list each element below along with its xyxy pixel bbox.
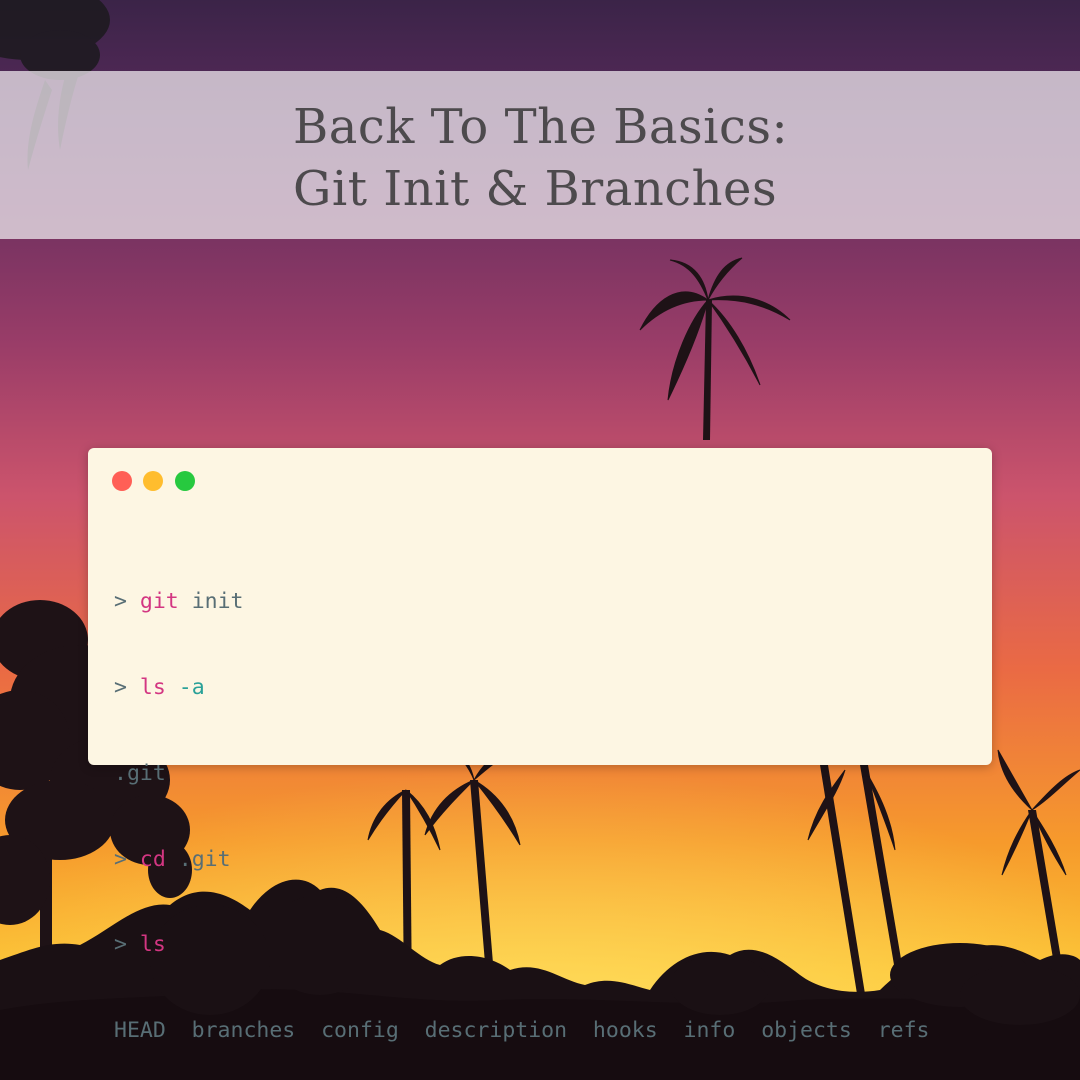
command: ls: [139, 674, 166, 700]
prompt-symbol: >: [114, 932, 127, 958]
terminal-line: > cd .git: [114, 846, 929, 875]
prompt-symbol: >: [114, 589, 127, 615]
command-output: HEAD branches config description hooks i…: [114, 1018, 930, 1044]
command-args: .git: [178, 846, 231, 872]
minimize-dot-icon[interactable]: [143, 471, 163, 491]
close-dot-icon[interactable]: [112, 471, 132, 491]
terminal-line: > ls -a: [114, 674, 929, 703]
prompt-symbol: >: [114, 846, 127, 872]
command: cd: [139, 846, 166, 872]
terminal-line: HEAD branches config description hooks i…: [114, 1017, 929, 1046]
command-flag: -a: [178, 674, 205, 700]
title-line-2: Git Init & Branches: [293, 161, 778, 217]
terminal-line: > git init: [114, 588, 929, 617]
command: git: [139, 589, 179, 615]
command-output: .git: [114, 760, 166, 786]
maximize-dot-icon[interactable]: [175, 471, 195, 491]
terminal-line: .git: [114, 760, 929, 789]
command: ls: [139, 932, 166, 958]
prompt-symbol: >: [114, 674, 127, 700]
title-line-1: Back To The Basics:: [293, 99, 789, 155]
command-args: init: [191, 589, 244, 615]
page-title: Back To The Basics: Git Init & Branches: [293, 96, 788, 220]
terminal-output: > git init > ls -a .git > cd .git > ls H…: [114, 531, 929, 1074]
terminal-line: > ls: [114, 931, 929, 960]
